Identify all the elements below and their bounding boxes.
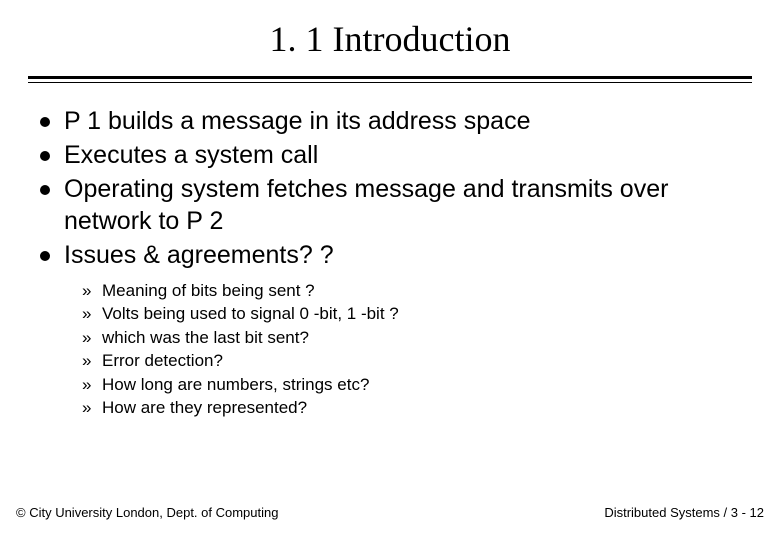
sub-bullet-text: How long are numbers, strings etc? — [102, 375, 369, 394]
list-item: Meaning of bits being sent ? — [82, 279, 754, 302]
title-divider — [28, 76, 752, 83]
list-item: P 1 builds a message in its address spac… — [40, 105, 754, 137]
bullet-text: Operating system fetches message and tra… — [64, 175, 668, 235]
slide-title: 1. 1 Introduction — [26, 18, 754, 60]
list-item: which was the last bit sent? — [82, 326, 754, 349]
bullet-text: Issues & agreements? ? — [64, 241, 334, 269]
sub-bullet-text: Error detection? — [102, 351, 223, 370]
bullet-list: P 1 builds a message in its address spac… — [26, 105, 754, 271]
list-item: Issues & agreements? ? — [40, 239, 754, 271]
sub-bullet-text: How are they represented? — [102, 398, 307, 417]
list-item: How long are numbers, strings etc? — [82, 373, 754, 396]
list-item: Executes a system call — [40, 139, 754, 171]
list-item: Volts being used to signal 0 -bit, 1 -bi… — [82, 302, 754, 325]
list-item: Operating system fetches message and tra… — [40, 173, 754, 237]
slide-footer: © City University London, Dept. of Compu… — [16, 505, 764, 520]
sub-bullet-list: Meaning of bits being sent ? Volts being… — [26, 279, 754, 420]
bullet-text: P 1 builds a message in its address spac… — [64, 107, 530, 135]
sub-bullet-text: which was the last bit sent? — [102, 328, 309, 347]
list-item: How are they represented? — [82, 396, 754, 419]
list-item: Error detection? — [82, 349, 754, 372]
slide: 1. 1 Introduction P 1 builds a message i… — [0, 0, 780, 540]
sub-bullet-text: Meaning of bits being sent ? — [102, 281, 315, 300]
sub-bullet-text: Volts being used to signal 0 -bit, 1 -bi… — [102, 304, 399, 323]
footer-copyright: © City University London, Dept. of Compu… — [16, 505, 278, 520]
footer-page-ref: Distributed Systems / 3 - 12 — [604, 505, 764, 520]
bullet-text: Executes a system call — [64, 141, 318, 169]
